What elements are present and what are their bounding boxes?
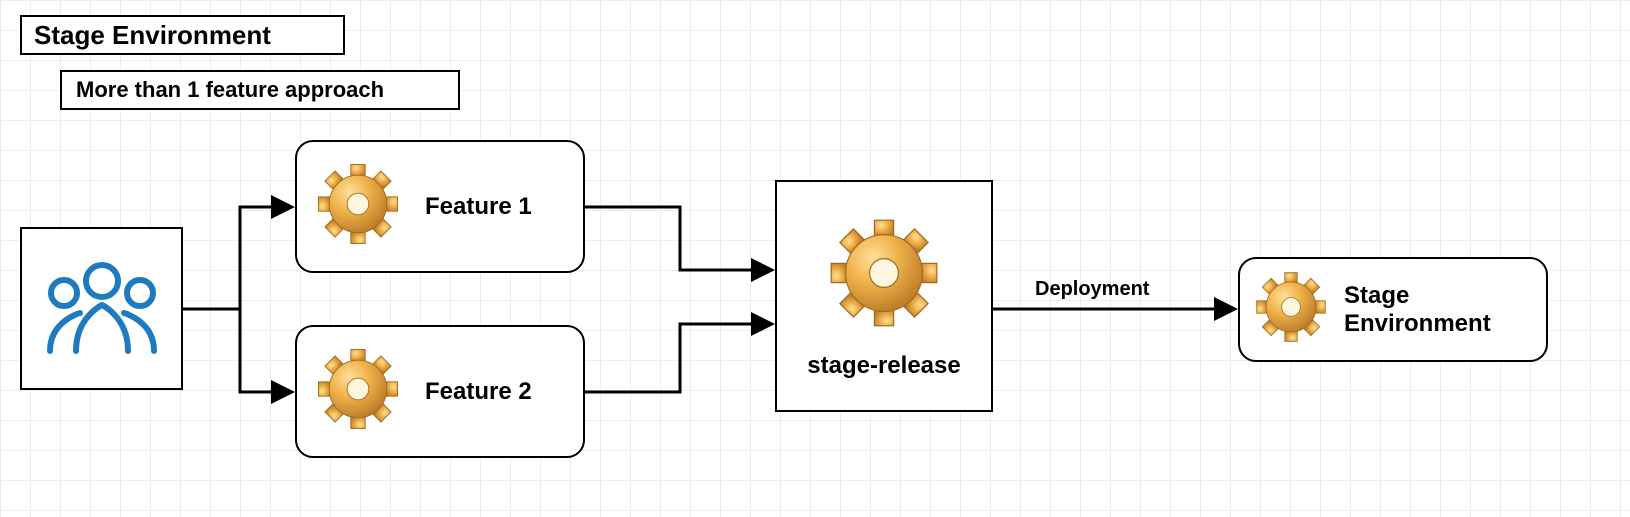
stage-release-label: stage-release — [807, 352, 960, 380]
title-text: Stage Environment — [34, 20, 271, 51]
gear-icon — [313, 344, 403, 439]
node-stage-environment: Stage Environment — [1238, 257, 1548, 362]
edge-deployment-label: Deployment — [1035, 278, 1149, 301]
node-stage-release: stage-release — [775, 180, 993, 412]
gear-icon — [824, 213, 944, 338]
title-box: Stage Environment — [20, 15, 345, 55]
stage-env-line1: Stage — [1344, 282, 1409, 309]
team-icon — [32, 251, 172, 366]
subtitle-box: More than 1 feature approach — [60, 70, 460, 110]
stage-environment-label: Stage Environment — [1344, 282, 1491, 337]
subtitle-text: More than 1 feature approach — [76, 77, 384, 103]
node-feature-1: Feature 1 — [295, 140, 585, 273]
feature-1-label: Feature 1 — [425, 193, 532, 221]
feature-2-label: Feature 2 — [425, 378, 532, 406]
node-feature-2: Feature 2 — [295, 325, 585, 458]
diagram-canvas: Stage Environment More than 1 feature ap… — [0, 0, 1630, 517]
node-team — [20, 227, 183, 390]
stage-env-line2: Environment — [1344, 310, 1491, 337]
gear-icon — [313, 159, 403, 254]
gear-icon — [1252, 268, 1330, 351]
